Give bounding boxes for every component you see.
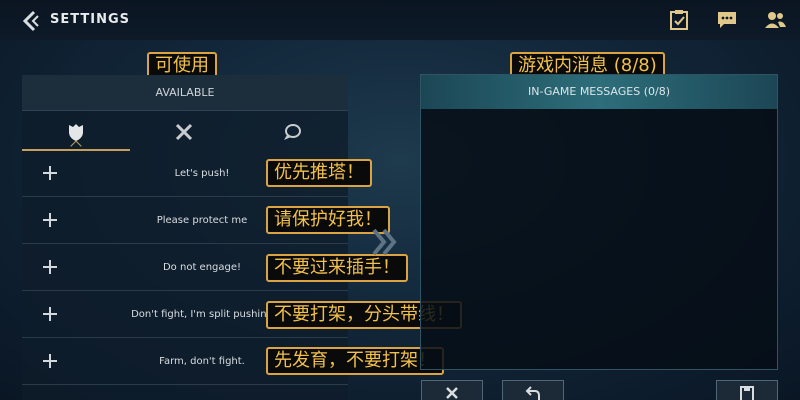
messages-panel: IN-GAME MESSAGES (0/8) <box>420 74 778 370</box>
item-annotation: 不要过来插手！ <box>266 254 408 282</box>
chat-icon[interactable] <box>716 10 738 30</box>
add-icon[interactable] <box>42 306 58 322</box>
undo-icon <box>525 386 540 400</box>
tab-chat[interactable] <box>238 112 346 152</box>
save-icon <box>740 386 754 400</box>
shield-icon <box>69 124 83 141</box>
add-icon[interactable] <box>42 353 58 369</box>
save-button[interactable] <box>716 380 778 400</box>
page-title: SETTINGS <box>50 12 131 27</box>
friends-icon[interactable] <box>764 10 786 30</box>
available-header: AVAILABLE <box>22 75 348 111</box>
checklist-icon[interactable] <box>668 10 690 30</box>
close-icon <box>446 387 458 399</box>
chat-bubble-icon <box>284 124 301 140</box>
back-chevron-icon[interactable] <box>20 10 42 32</box>
crossed-swords-icon <box>175 123 193 141</box>
clear-button[interactable] <box>421 380 483 400</box>
add-icon[interactable] <box>42 165 58 181</box>
messages-header: IN-GAME MESSAGES (0/8) <box>421 75 777 109</box>
move-right-chevron-icon[interactable] <box>368 226 400 258</box>
undo-button[interactable] <box>502 380 564 400</box>
add-icon[interactable] <box>42 212 58 228</box>
tab-combat[interactable] <box>130 112 238 152</box>
item-annotation: 优先推塔！ <box>266 159 372 187</box>
add-icon[interactable] <box>42 259 58 275</box>
item-annotation: 先发育，不要打架！ <box>266 347 444 375</box>
